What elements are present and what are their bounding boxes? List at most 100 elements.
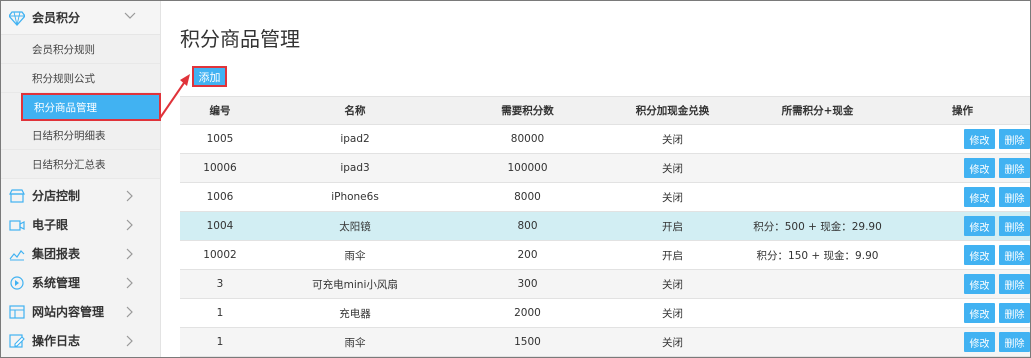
column-header-name: 名称 — [344, 105, 366, 117]
system-settings-icon — [9, 275, 25, 291]
cell-cash-exchange: 关闭 — [662, 162, 683, 175]
delete-button[interactable]: 删除 — [999, 129, 1030, 149]
sidebar-group-group-reports[interactable]: 集团报表 — [1, 239, 160, 268]
table-row: 10002 雨伞 200 开启 积分：150 + 现金：9.90 修改 删除 — [180, 241, 1030, 270]
sidebar-item-points-formula[interactable]: 积分规则公式 — [1, 64, 160, 93]
table-row: 3 可充电mini小风扇 300 关闭 修改 删除 — [180, 270, 1030, 299]
edit-button[interactable]: 修改 — [964, 274, 995, 294]
delete-button[interactable]: 删除 — [999, 216, 1030, 236]
cell-id: 3 — [216, 278, 224, 290]
cell-points: 1500 — [514, 336, 541, 348]
cell-cash-exchange: 关闭 — [662, 191, 683, 204]
table-row: 10006 ipad3 100000 关闭 修改 删除 — [180, 154, 1030, 183]
sidebar-group-branch-control[interactable]: 分店控制 — [1, 181, 160, 210]
table-row: 1005 ipad2 80000 关闭 修改 删除 — [180, 125, 1030, 154]
column-header-points-plus-cash: 所需积分+现金 — [781, 105, 854, 117]
cell-name: 雨伞 — [344, 336, 366, 349]
sidebar-item-label: 积分规则公式 — [32, 72, 95, 85]
sidebar-group-label: 操作日志 — [32, 334, 81, 348]
cell-cash-exchange: 关闭 — [662, 133, 683, 146]
table-body: 1005 ipad2 80000 关闭 修改 删除 10006 ipad3 100000 关闭 修改… — [180, 125, 1030, 357]
edit-button[interactable]: 修改 — [964, 129, 995, 149]
cell-points: 300 — [517, 278, 538, 290]
cell-id: 1005 — [206, 133, 234, 145]
cell-actions: 修改 删除 — [895, 274, 1030, 294]
diamond-icon — [9, 10, 25, 26]
sidebar-item-label: 会员积分规则 — [32, 43, 95, 56]
cell-name: 可充电mini小风扇 — [312, 278, 398, 291]
table-row: 1 雨伞 1500 关闭 修改 删除 — [180, 328, 1030, 357]
edit-button[interactable]: 修改 — [964, 158, 995, 178]
cell-actions: 修改 删除 — [895, 332, 1030, 352]
cell-id: 1004 — [206, 220, 234, 232]
cell-cash-exchange: 关闭 — [662, 336, 683, 349]
points-goods-table: 编号 名称 需要积分数 积分加现金兑换 所需积分+现金 操作 1005 ipad2… — [180, 96, 1030, 357]
sidebar-item-points-goods-management[interactable]: 积分商品管理 — [21, 93, 161, 121]
sidebar-item-daily-points-summary[interactable]: 日结积分汇总表 — [1, 150, 160, 179]
add-button[interactable]: 添加 — [192, 66, 227, 87]
sidebar: 会员积分 会员积分规则 积分规则公式 积分商品管理 日结积分明细表 日结积分汇总… — [1, 1, 161, 357]
delete-button[interactable]: 删除 — [999, 303, 1030, 323]
cell-points-plus-cash: 积分：150 + 现金：9.90 — [756, 249, 879, 262]
chevron-right-icon — [123, 247, 137, 261]
cell-name: 雨伞 — [344, 249, 366, 262]
sidebar-group-system-management[interactable]: 系统管理 — [1, 268, 160, 297]
sidebar-group-operation-log[interactable]: 操作日志 — [1, 326, 160, 355]
chevron-down-icon — [123, 9, 137, 23]
delete-button[interactable]: 删除 — [999, 332, 1030, 352]
cell-actions: 修改 删除 — [895, 187, 1030, 207]
cell-name: ipad2 — [340, 133, 370, 145]
cell-actions: 修改 删除 — [895, 245, 1030, 265]
sidebar-group-label: 集团报表 — [32, 247, 81, 261]
sidebar-item-label: 日结积分汇总表 — [32, 158, 106, 171]
cell-actions: 修改 删除 — [895, 129, 1030, 149]
website-grid-icon — [9, 304, 25, 320]
edit-button[interactable]: 修改 — [964, 245, 995, 265]
sidebar-group-label: 网站内容管理 — [32, 305, 105, 319]
log-edit-icon — [9, 333, 25, 349]
chevron-right-icon — [123, 218, 137, 232]
sidebar-group-electronic-eye[interactable]: 电子眼 — [1, 210, 160, 239]
sidebar-item-label: 积分商品管理 — [34, 101, 97, 114]
delete-button[interactable]: 删除 — [999, 274, 1030, 294]
delete-button[interactable]: 删除 — [999, 245, 1030, 265]
sidebar-group-label: 会员积分 — [32, 11, 81, 25]
cell-id: 1 — [216, 336, 224, 348]
cell-actions: 修改 删除 — [895, 216, 1030, 236]
edit-button[interactable]: 修改 — [964, 216, 995, 236]
edit-button[interactable]: 修改 — [964, 332, 995, 352]
cell-id: 1006 — [206, 191, 234, 203]
chevron-right-icon — [123, 334, 137, 348]
cell-points: 200 — [517, 249, 538, 261]
cell-id: 10002 — [203, 249, 237, 261]
cell-cash-exchange: 关闭 — [662, 307, 683, 320]
column-header-points: 需要积分数 — [501, 105, 554, 117]
cell-points: 80000 — [510, 133, 545, 145]
main-content: 积分商品管理 添加 编号 名称 需要积分数 积分加现金兑换 所需积分+现金 操作… — [162, 1, 1030, 357]
table-row: 1004 太阳镜 800 开启 积分：500 + 现金：29.90 修改 删除 — [180, 212, 1030, 241]
store-icon — [9, 188, 25, 204]
delete-button[interactable]: 删除 — [999, 158, 1030, 178]
cell-id: 10006 — [203, 162, 237, 174]
cell-cash-exchange: 关闭 — [662, 278, 683, 291]
table-row: 1 充电器 2000 关闭 修改 删除 — [180, 299, 1030, 328]
sidebar-group-member-points[interactable]: 会员积分 — [1, 1, 160, 35]
table-row: 1006 iPhone6s 8000 关闭 修改 删除 — [180, 183, 1030, 212]
sidebar-group-label: 电子眼 — [32, 218, 69, 232]
chevron-right-icon — [123, 276, 137, 290]
cell-cash-exchange: 开启 — [662, 220, 683, 233]
cell-points: 800 — [517, 220, 538, 232]
cell-actions: 修改 删除 — [895, 158, 1030, 178]
edit-button[interactable]: 修改 — [964, 187, 995, 207]
edit-button[interactable]: 修改 — [964, 303, 995, 323]
cell-name: 太阳镜 — [339, 220, 371, 233]
cell-cash-exchange: 开启 — [662, 249, 683, 262]
cell-name: ipad3 — [340, 162, 370, 174]
delete-button[interactable]: 删除 — [999, 187, 1030, 207]
sidebar-item-member-points-rules[interactable]: 会员积分规则 — [1, 35, 160, 64]
cell-name: 充电器 — [339, 307, 371, 320]
cell-name: iPhone6s — [331, 191, 379, 203]
cell-points: 8000 — [514, 191, 541, 203]
sidebar-item-daily-points-detail[interactable]: 日结积分明细表 — [1, 121, 160, 150]
sidebar-group-website-content[interactable]: 网站内容管理 — [1, 297, 160, 326]
